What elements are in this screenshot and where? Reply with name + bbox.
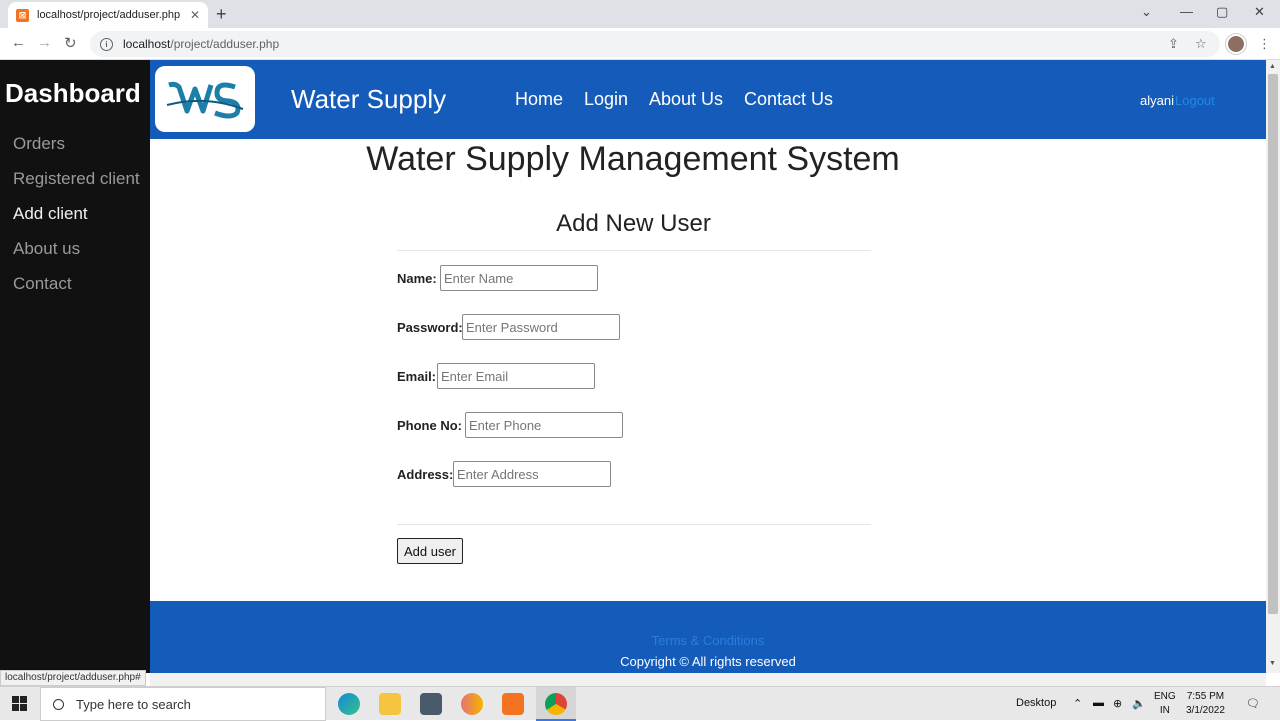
tab-title: localhost/project/adduser.php [37, 9, 181, 21]
phone-label: Phone No: [397, 418, 462, 433]
app-icon[interactable] [420, 693, 442, 715]
language-code: ENG [1154, 691, 1176, 702]
site-logo[interactable] [155, 66, 255, 132]
clock-time: 7:55 PM [1186, 691, 1225, 702]
volume-icon[interactable]: 🔈 [1132, 697, 1146, 710]
nav-contact-us[interactable]: Contact Us [744, 89, 833, 110]
sidebar-title: Dashboard [5, 78, 141, 108]
phone-field[interactable] [465, 412, 623, 438]
address-bar[interactable]: i localhost/project/adduser.php [90, 31, 1220, 57]
sidebar-item-orders[interactable]: Orders [13, 134, 65, 154]
network-icon[interactable]: ⊕ [1113, 697, 1122, 710]
reload-icon[interactable]: ↻ [64, 34, 77, 52]
battery-icon[interactable]: ▬ [1093, 697, 1104, 709]
clock-date: 3/1/2022 [1186, 705, 1225, 716]
scroll-down-icon[interactable]: ▼ [1269, 660, 1276, 667]
xampp-favicon-icon: ⊠ [16, 8, 29, 22]
form-title: Add New User [556, 210, 711, 237]
desktop-label[interactable]: Desktop [1016, 697, 1056, 709]
language-region: IN [1159, 705, 1170, 716]
scroll-thumb[interactable] [1268, 74, 1278, 614]
taskbar-search[interactable]: Type here to search [40, 687, 326, 721]
forward-icon[interactable]: → [37, 34, 52, 51]
back-icon[interactable]: ← [11, 34, 26, 51]
minimize-icon[interactable]: — [1180, 4, 1193, 19]
address-label: Address: [397, 467, 454, 482]
bookmark-star-icon[interactable]: ☆ [1195, 36, 1207, 52]
edge-icon[interactable] [338, 693, 360, 715]
file-explorer-icon[interactable] [379, 693, 401, 715]
sidebar-item-contact[interactable]: Contact [13, 274, 72, 294]
search-placeholder: Type here to search [76, 696, 191, 712]
new-tab-icon[interactable]: + [216, 4, 227, 25]
tab-search-icon[interactable]: ⌄ [1141, 4, 1152, 20]
logout-link[interactable]: Logout [1175, 93, 1215, 108]
password-label: Password: [397, 320, 463, 335]
sidebar-item-add-client[interactable]: Add client [13, 204, 88, 224]
nav-home[interactable]: Home [515, 89, 563, 110]
name-field[interactable] [440, 265, 598, 291]
sidebar-item-registered-client[interactable]: Registered client [13, 169, 140, 189]
vertical-scrollbar[interactable]: ▲ ▼ [1266, 60, 1280, 673]
sidebar-item-about-us[interactable]: About us [13, 239, 80, 259]
site-footer: Terms & Conditions Copyright © All right… [150, 601, 1266, 673]
profile-avatar[interactable] [1226, 34, 1246, 54]
address-field[interactable] [453, 461, 611, 487]
nav-login[interactable]: Login [584, 89, 628, 110]
url-host: localhost [123, 37, 171, 51]
username: alyani [1140, 93, 1174, 108]
menu-kebab-icon[interactable]: ⋮ [1258, 36, 1271, 52]
browser-tab[interactable]: ⊠ localhost/project/adduser.php ✕ [8, 2, 208, 28]
scroll-up-icon[interactable]: ▲ [1269, 63, 1276, 70]
site-header: Water Supply Home Login About Us Contact… [150, 60, 1266, 139]
email-label: Email: [397, 369, 437, 384]
form-divider-bottom [397, 524, 871, 525]
language-indicator[interactable]: ENG IN [1154, 690, 1176, 718]
page-title: Water Supply Management System [366, 140, 900, 178]
chrome-icon[interactable] [545, 693, 567, 715]
close-window-icon[interactable]: ✕ [1254, 4, 1265, 20]
sidebar: Dashboard Orders Registered client Add c… [0, 60, 150, 673]
windows-taskbar: Type here to search Desktop ⌃ ▬ ⊕ 🔈 ENG … [0, 686, 1280, 721]
search-icon [53, 698, 64, 710]
ws-logo-icon [166, 81, 244, 119]
status-bar-url: localhost/project/adduser.php# [0, 670, 146, 686]
web-page: Dashboard Orders Registered client Add c… [0, 60, 1266, 673]
url-path: /project/adduser.php [170, 37, 280, 51]
email-field[interactable] [437, 363, 595, 389]
browser-tab-bar: ⊠ localhost/project/adduser.php ✕ + ⌄ — … [0, 0, 1280, 28]
browser-toolbar: ← → ↻ i localhost/project/adduser.php ⇪ … [0, 28, 1280, 60]
tray-chevron-icon[interactable]: ⌃ [1073, 697, 1082, 710]
info-icon[interactable]: i [100, 37, 113, 51]
paint-icon[interactable] [461, 693, 483, 715]
notifications-icon[interactable]: 🗨 [1246, 697, 1260, 710]
share-icon[interactable]: ⇪ [1168, 36, 1179, 52]
password-field[interactable] [462, 314, 620, 340]
form-divider-top [397, 250, 871, 251]
nav-about-us[interactable]: About Us [649, 89, 723, 110]
copyright-text: Copyright © All rights reserved [620, 654, 796, 669]
system-clock[interactable]: 7:55 PM 3/1/2022 [1186, 690, 1225, 718]
brand-title[interactable]: Water Supply [291, 84, 446, 115]
close-tab-icon[interactable]: ✕ [190, 8, 200, 22]
maximize-icon[interactable]: ▢ [1216, 4, 1228, 20]
terms-link[interactable]: Terms & Conditions [150, 633, 1266, 648]
add-user-button[interactable]: Add user [397, 538, 463, 564]
xampp-icon[interactable] [502, 693, 524, 715]
windows-start-icon[interactable] [12, 696, 28, 712]
horizontal-scrollbar[interactable] [150, 673, 1266, 686]
name-label: Name: [397, 271, 437, 286]
